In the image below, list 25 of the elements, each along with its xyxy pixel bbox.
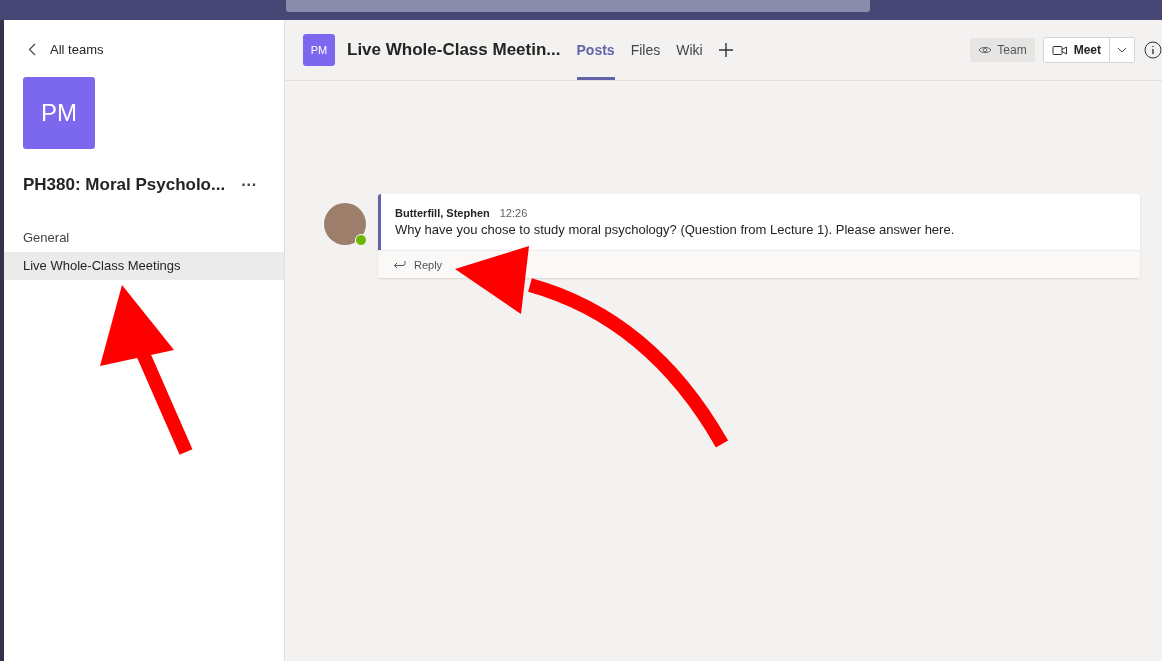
video-camera-icon xyxy=(1051,44,1068,56)
tab[interactable]: Wiki xyxy=(676,20,703,80)
timestamp: 12:26 xyxy=(499,207,528,219)
reply-arrow-icon xyxy=(393,260,406,269)
team-name: PH380: Moral Psycholo... xyxy=(23,175,226,195)
author-name: Butterfill, Stephen xyxy=(395,207,490,219)
team-avatar: PM xyxy=(23,77,95,149)
message-text: Why have you chose to study moral psychology? (Question from Lecture 1). Please answer here. xyxy=(395,222,956,237)
channel-avatar: PM xyxy=(303,34,335,66)
avatar-placeholder xyxy=(324,203,366,245)
channel-item[interactable]: Live Whole-Class Meetings xyxy=(4,252,284,280)
caret-icon[interactable] xyxy=(1117,47,1127,53)
back-link[interactable]: All teams xyxy=(4,37,284,61)
more-options-button[interactable]: ··· xyxy=(237,176,262,194)
team-button[interactable]: Team xyxy=(970,38,1035,62)
back-chevron-icon xyxy=(28,42,36,56)
reply-button[interactable]: Reply xyxy=(393,258,443,271)
channel-item[interactable]: General xyxy=(4,224,284,252)
info-icon[interactable] xyxy=(1144,41,1162,59)
tab[interactable]: Files xyxy=(630,20,661,80)
meet-button[interactable]: Meet xyxy=(1042,37,1135,63)
tab[interactable]: Posts xyxy=(576,20,615,80)
eye-icon xyxy=(978,45,993,55)
channel-title: Live Whole-Class Meetin... xyxy=(347,40,561,60)
add-tab-icon[interactable] xyxy=(718,43,733,57)
